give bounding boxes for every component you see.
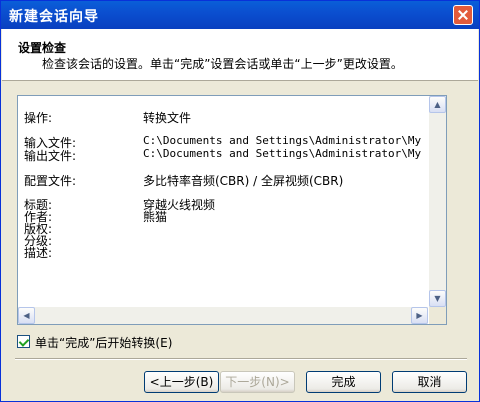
start-convert-label[interactable]: 单击“完成”后开始转换(E): [35, 334, 172, 351]
cancel-button[interactable]: 取消: [392, 371, 467, 393]
window-title: 新建会话向导: [9, 9, 99, 25]
wizard-header: 设置检查 检查该会话的设置。单击“完成”设置会话或单击“上一步”更改设置。: [2, 29, 478, 81]
wizard-window: 新建会话向导 设置检查 检查该会话的设置。单击“完成”设置会话或单击“上一步”更…: [0, 0, 480, 402]
scroll-down-icon[interactable]: ▼: [429, 290, 446, 307]
horizontal-scrollbar[interactable]: ◀ ▶: [18, 307, 428, 324]
finish-button[interactable]: 完成: [306, 371, 381, 393]
scroll-up-icon[interactable]: ▲: [429, 96, 446, 113]
start-convert-checkbox[interactable]: [17, 335, 30, 348]
vertical-scrollbar[interactable]: ▲ ▼: [429, 96, 446, 307]
header-description: 检查该会话的设置。单击“完成”设置会话或单击“上一步”更改设置。: [42, 57, 403, 71]
settings-summary-box[interactable]: 操作: 转换文件 输入文件: C:\Documents and Settings…: [17, 95, 447, 325]
close-icon[interactable]: [453, 5, 473, 25]
back-button[interactable]: <上一步(B): [144, 371, 219, 393]
scrollbar-corner: [429, 307, 446, 324]
next-button[interactable]: 下一步(N)>: [220, 371, 295, 393]
summary-content: 操作: 转换文件 输入文件: C:\Documents and Settings…: [24, 111, 428, 260]
scroll-left-icon[interactable]: ◀: [18, 307, 35, 324]
separator: [15, 358, 467, 360]
title-bar: 新建会话向导: [1, 1, 479, 29]
scroll-right-icon[interactable]: ▶: [411, 307, 428, 324]
header-title: 设置检查: [18, 41, 67, 55]
